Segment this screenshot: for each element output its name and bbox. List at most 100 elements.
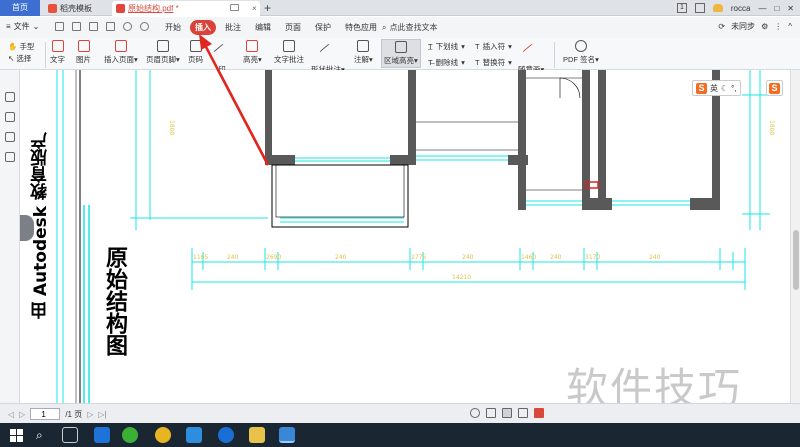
monitor-icon[interactable] — [230, 4, 239, 11]
print-icon[interactable] — [89, 22, 98, 31]
sync-status[interactable]: 未同步 — [731, 21, 755, 32]
text-annotation-button[interactable]: 文字批注 — [274, 40, 304, 65]
sidebar-toggle-handle[interactable] — [20, 215, 34, 241]
double-page-icon[interactable] — [518, 408, 528, 418]
baidu-icon[interactable] — [186, 427, 202, 443]
header-footer-button[interactable]: 页眉页脚▾ — [146, 40, 180, 65]
last-page-icon[interactable]: ▷| — [98, 410, 106, 419]
search-box[interactable]: ⌕ 点此查找文本 — [382, 22, 437, 33]
annotation-icon[interactable] — [5, 132, 15, 142]
quick-access-toolbar — [55, 22, 149, 31]
close-window-button[interactable]: ✕ — [787, 4, 794, 13]
note-icon — [357, 40, 370, 52]
page-count-badge[interactable]: 1 — [676, 3, 687, 13]
tab-template-label: 稻壳模板 — [60, 4, 92, 13]
image-label: 图片 — [76, 55, 91, 64]
hand-tool-button[interactable]: ✋ 手型 — [8, 41, 34, 53]
chrome-icon[interactable] — [155, 427, 171, 443]
page-number-input[interactable] — [30, 408, 61, 420]
minimize-button[interactable]: — — [758, 4, 766, 13]
vertical-scrollbar[interactable] — [790, 70, 800, 403]
save-icon[interactable] — [72, 22, 81, 31]
fullscreen-icon[interactable] — [534, 408, 544, 418]
dimension-label: 1165 — [193, 254, 208, 261]
tab-template[interactable]: 稻壳模板 — [44, 1, 108, 16]
ime-mini[interactable]: S — [766, 80, 783, 96]
page-number-button[interactable]: 页码 — [188, 40, 203, 65]
sync-icon: ⟳ — [718, 22, 726, 31]
highlight-button[interactable]: 高亮▾ — [243, 40, 262, 65]
task-view-icon[interactable] — [62, 427, 78, 443]
layout-icon[interactable] — [694, 3, 705, 13]
menu-start[interactable]: 开始 — [160, 20, 186, 35]
menu-special[interactable]: 特色应用 — [340, 20, 382, 35]
menu-protect[interactable]: 保护 — [310, 20, 336, 35]
underline-label: 下划线 — [435, 42, 459, 51]
ie-browser-icon[interactable] — [94, 427, 110, 443]
pdf-sign-icon — [574, 40, 587, 52]
strikethrough-button[interactable]: T̶ 删除线 ▾ — [428, 57, 465, 68]
chevron-down-icon: ⌄ — [32, 22, 40, 31]
undo-icon[interactable] — [123, 22, 132, 31]
maximize-button[interactable]: □ — [774, 4, 779, 13]
underline-button[interactable]: T̲ 下划线 ▾ — [428, 41, 465, 52]
image-button[interactable]: 图片 — [76, 40, 91, 65]
ime-toolbar[interactable]: S 英 ☾ °, — [692, 80, 741, 96]
user-name[interactable]: rocca — [731, 4, 751, 13]
file-explorer-icon[interactable] — [249, 427, 265, 443]
hamburger-icon: ≡ — [6, 22, 11, 31]
divider — [554, 42, 555, 68]
search-panel-icon[interactable] — [5, 152, 15, 162]
divider — [45, 42, 46, 68]
more-icon[interactable]: ⋮ — [774, 22, 782, 31]
menu-edit[interactable]: 编辑 — [250, 20, 276, 35]
print-icon — [213, 43, 231, 61]
single-page-icon[interactable] — [486, 408, 496, 418]
new-tab-button[interactable]: + — [264, 0, 271, 16]
first-page-icon[interactable]: ▷ — [19, 410, 25, 419]
kugou-icon[interactable] — [218, 427, 234, 443]
replace-symbol-button[interactable]: T 替换符 ▾ — [475, 57, 512, 68]
status-bar: ◁ ▷ /1 页 ▷ ▷| — [0, 403, 800, 423]
scrollbar-thumb[interactable] — [793, 230, 799, 290]
insert-symbol-label: 插入符 — [482, 42, 506, 51]
bookmark-icon[interactable] — [5, 92, 15, 102]
pen-icon — [522, 43, 540, 61]
continuous-page-icon[interactable] — [502, 408, 512, 418]
open-icon[interactable] — [55, 22, 64, 31]
area-highlight-button[interactable]: 区域高亮▾ — [381, 39, 421, 68]
settings-icon[interactable]: ⚙ — [761, 22, 768, 31]
eye-protect-icon[interactable] — [470, 408, 480, 418]
menu-page[interactable]: 页面 — [280, 20, 306, 35]
tab-document[interactable]: 原始结构.pdf * × — [112, 1, 260, 16]
pdf-sign-label: PDF 签名 — [563, 55, 596, 64]
close-tab-icon[interactable]: × — [252, 1, 257, 16]
tab-home[interactable]: 首页 — [0, 0, 40, 16]
menu-bar: ≡ 文件 ⌄ 开始 插入 批注 编辑 页面 保护 特色应用 ⌕ 点此查找文本 ⟳ — [0, 17, 800, 38]
menu-insert[interactable]: 插入 — [190, 20, 216, 35]
collapse-icon[interactable]: ^ — [788, 22, 792, 31]
pdf-sign-button[interactable]: PDF 签名▾ — [563, 40, 599, 65]
prev-page-icon[interactable]: ◁ — [8, 410, 14, 419]
dimension-label: 1460 — [521, 254, 536, 261]
preview-icon[interactable] — [106, 22, 115, 31]
user-avatar-icon[interactable] — [712, 4, 723, 12]
text-button[interactable]: 文字 — [50, 40, 65, 65]
menu-annotate[interactable]: 批注 — [220, 20, 246, 35]
note-button[interactable]: 注解▾ — [354, 40, 373, 65]
document-view[interactable]: 1165 240 2690 240 2775 240 1460 240 3170… — [20, 70, 790, 403]
search-icon[interactable]: ⌕ — [36, 427, 52, 443]
thumbnail-icon[interactable] — [5, 112, 15, 122]
dimension-label: 3170 — [585, 254, 600, 261]
redo-icon[interactable] — [140, 22, 149, 31]
insert-page-button[interactable]: 插入页面▾ — [104, 40, 138, 65]
file-menu[interactable]: ≡ 文件 ⌄ — [6, 21, 39, 32]
select-tool-button[interactable]: ↖ 选择 — [8, 53, 34, 65]
wps-app-icon[interactable] — [279, 427, 295, 443]
windows-start-icon[interactable] — [8, 427, 24, 443]
next-page-icon[interactable]: ▷ — [87, 410, 93, 419]
area-highlight-label: 区域高亮 — [384, 56, 414, 65]
insert-symbol-button[interactable]: T 插入符 ▾ — [475, 41, 512, 52]
select-label: 选择 — [16, 54, 32, 63]
wechat-icon[interactable] — [122, 427, 138, 443]
